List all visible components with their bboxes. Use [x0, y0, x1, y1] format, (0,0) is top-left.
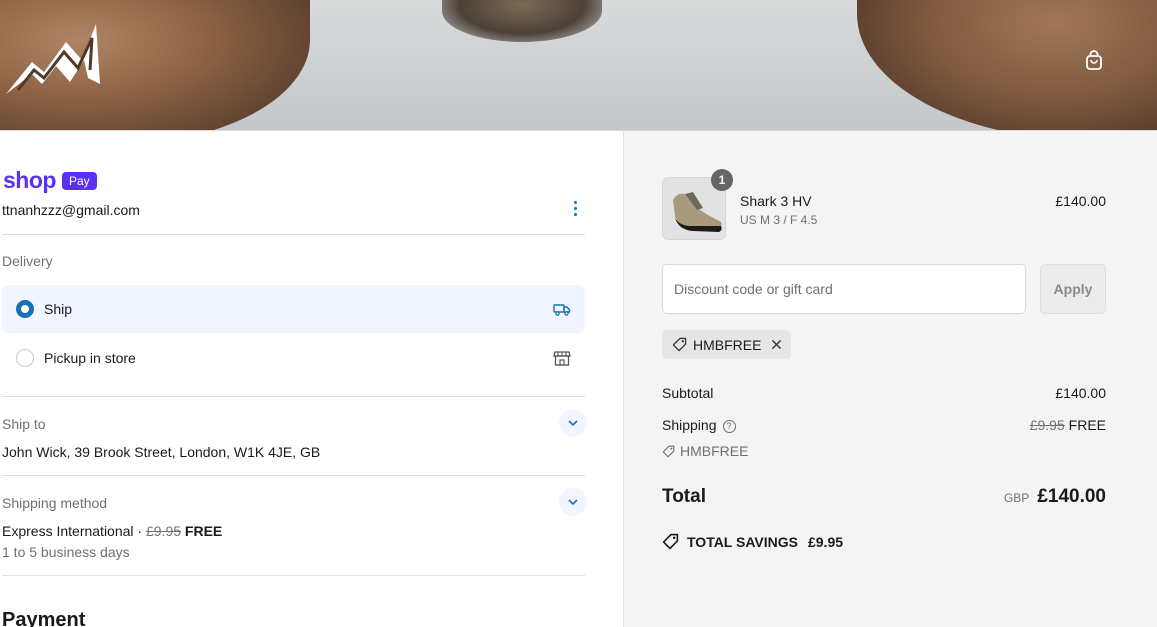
shipping-code-label: HMBFREE [680, 443, 749, 459]
delivery-option-pickup[interactable]: Pickup in store [2, 334, 585, 382]
discount-code-input[interactable] [662, 264, 1026, 314]
shopping-bag-icon[interactable] [1082, 48, 1106, 72]
ship-to-label: Ship to [2, 416, 46, 432]
shop-wordmark: shop [3, 167, 56, 193]
ship-to-address: John Wick, 39 Brook Street, London, W1K … [2, 444, 321, 460]
help-icon[interactable]: ? [722, 419, 736, 433]
pickup-radio[interactable] [16, 349, 34, 367]
shipping-separator: · [133, 523, 146, 539]
total-value: GBP £140.00 [1004, 486, 1106, 508]
apply-discount-button[interactable]: Apply [1040, 264, 1106, 314]
shipping-label-text: Shipping [662, 417, 717, 433]
shipping-original-price: £9.95 [145, 523, 182, 539]
shipping-value: FREE [1068, 417, 1106, 433]
shop-pay-button[interactable]: shop Pay [3, 167, 97, 194]
product-name: Shark 3 HV [740, 193, 812, 209]
shipping-method-label: Shipping method [2, 495, 108, 511]
pay-badge: Pay [61, 171, 97, 190]
banner-rock-right [857, 0, 1157, 130]
divider [2, 234, 585, 235]
tag-icon [672, 337, 687, 352]
divider [2, 475, 585, 476]
divider [2, 396, 585, 397]
banner-climber [442, 0, 602, 42]
shipping-method-name: Express International [2, 523, 134, 539]
subtotal-value: £140.00 [1055, 385, 1106, 401]
store-icon [553, 351, 571, 366]
applied-discount-chip: HMBFREE [662, 330, 792, 359]
brand-logo[interactable] [4, 20, 102, 98]
shipping-row-value: £9.95 FREE [1030, 417, 1106, 433]
shipping-discount-code: HMBFREE [662, 443, 748, 459]
product-price: £140.00 [1055, 193, 1106, 209]
total-label: Total [662, 486, 706, 507]
ship-radio[interactable] [16, 300, 34, 318]
subtotal-label: Subtotal [662, 385, 714, 401]
ship-option-label: Ship [44, 301, 73, 317]
truck-icon [553, 304, 571, 316]
ship-to-expand-button[interactable] [559, 409, 587, 437]
contact-email: ttnanhzzz@gmail.com [2, 202, 140, 218]
product-variant: US M 3 / F 4.5 [740, 213, 818, 227]
remove-code-icon[interactable] [771, 339, 782, 350]
chevron-down-icon [568, 420, 578, 426]
currency-code: GBP [1003, 491, 1030, 505]
delivery-label: Delivery [2, 253, 53, 269]
total-savings-amount: £9.95 [807, 533, 844, 550]
total-savings-label: TOTAL SAVINGS [687, 533, 798, 550]
shipping-method-expand-button[interactable] [559, 488, 587, 516]
total-savings: TOTAL SAVINGS £9.95 [662, 533, 843, 550]
delivery-option-ship[interactable]: Ship [2, 285, 585, 333]
shipping-original-value: £9.95 [1029, 417, 1065, 433]
pickup-option-label: Pickup in store [44, 350, 136, 366]
chevron-down-icon [568, 499, 578, 505]
shipping-row-label: Shipping? [662, 417, 736, 433]
tag-icon [662, 445, 675, 457]
shipping-eta: 1 to 5 business days [2, 544, 130, 560]
kebab-menu-icon[interactable] [566, 198, 584, 218]
shipping-method-summary: Express International · £9.95 FREE [2, 523, 222, 539]
divider [2, 575, 585, 576]
quantity-badge: 1 [711, 169, 733, 191]
total-amount: £140.00 [1037, 486, 1106, 507]
header-banner [0, 0, 1157, 131]
applied-code-label: HMBFREE [693, 336, 762, 353]
payment-heading: Payment [2, 609, 86, 627]
shipping-price: FREE [184, 523, 223, 539]
savings-tag-icon [662, 533, 679, 550]
